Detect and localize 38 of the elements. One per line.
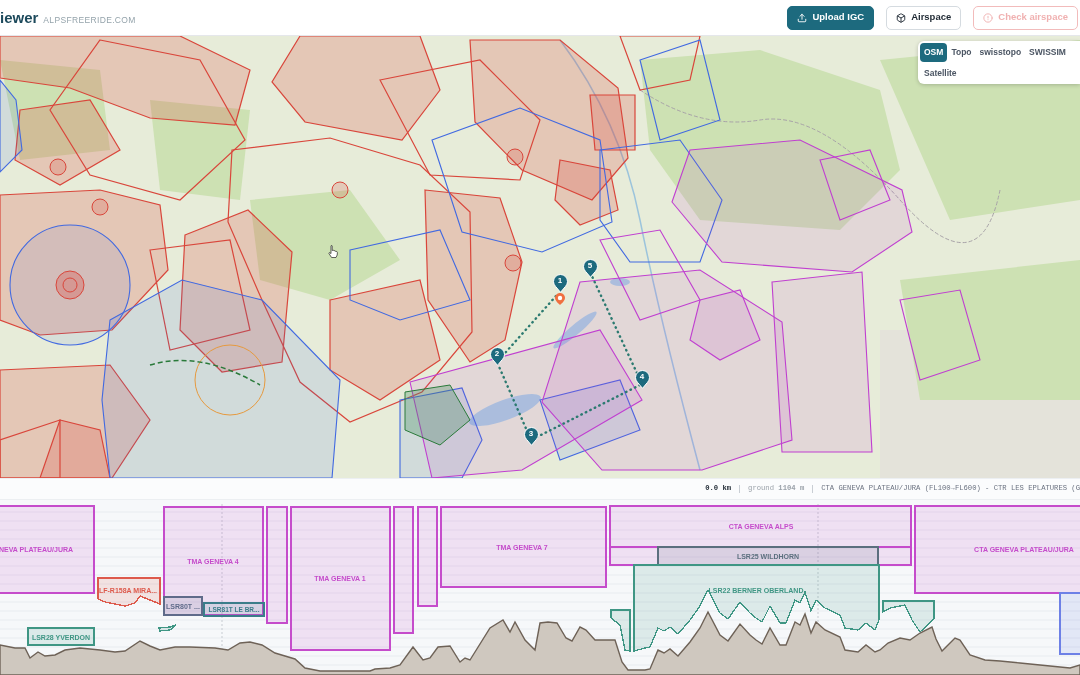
- layer-tab[interactable]: Satellite: [920, 63, 961, 82]
- airspace-block[interactable]: [633, 564, 880, 652]
- layer-tab[interactable]: OSM: [920, 43, 948, 62]
- airspace-block[interactable]: [1059, 592, 1080, 655]
- airspace-block[interactable]: [914, 505, 1080, 594]
- toolbar-button[interactable]: Upload IGC: [787, 5, 875, 30]
- route-marker[interactable]: 1: [552, 273, 568, 293]
- airspace-block[interactable]: [440, 506, 607, 588]
- cube-icon: [896, 12, 907, 23]
- layer-tab[interactable]: Topo: [947, 43, 976, 62]
- airspace-block[interactable]: [393, 506, 414, 634]
- airspace-block[interactable]: [158, 624, 177, 632]
- layer-tab[interactable]: SWISSIM: [1025, 43, 1070, 62]
- airspace-block[interactable]: [882, 600, 935, 633]
- hand-cursor-icon: [328, 245, 338, 258]
- route-marker[interactable]: 4: [634, 369, 650, 389]
- airspace-block[interactable]: [0, 505, 95, 594]
- airspace-block[interactable]: [97, 577, 161, 607]
- airspace-block[interactable]: [609, 546, 912, 566]
- toolbar-button[interactable]: Airspace: [886, 5, 962, 30]
- airspace-block[interactable]: [609, 505, 912, 548]
- airspace-block[interactable]: [290, 506, 391, 651]
- airspace-block[interactable]: [203, 602, 265, 617]
- airspace-block[interactable]: [163, 596, 203, 616]
- route-marker[interactable]: 5: [582, 258, 598, 278]
- airspace-block[interactable]: [417, 506, 438, 607]
- route-marker[interactable]: 3: [523, 426, 539, 446]
- app-title: iewer: [0, 10, 39, 25]
- layer-tab[interactable]: swisstopo: [975, 43, 1026, 62]
- airspace-block[interactable]: [27, 627, 95, 646]
- alert-circle-icon: [983, 12, 994, 23]
- airspace-block[interactable]: [657, 546, 879, 566]
- location-pin-icon: [555, 293, 565, 305]
- site-name: ALPSFREERIDE.COM: [43, 16, 136, 25]
- route-marker[interactable]: 2: [489, 346, 505, 366]
- airspace-block[interactable]: [266, 506, 288, 624]
- airspace-block[interactable]: [610, 609, 631, 652]
- upload-icon: [797, 12, 808, 23]
